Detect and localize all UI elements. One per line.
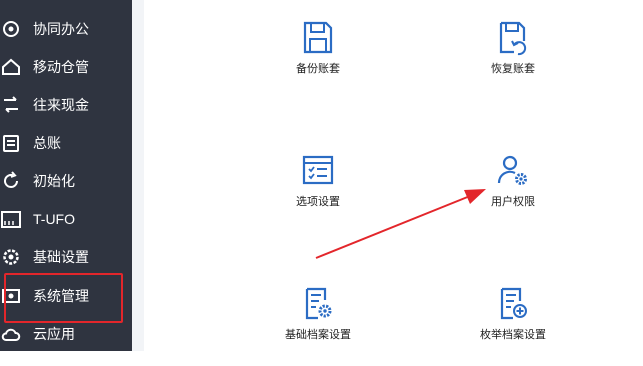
annotation-arrow bbox=[315, 189, 486, 259]
